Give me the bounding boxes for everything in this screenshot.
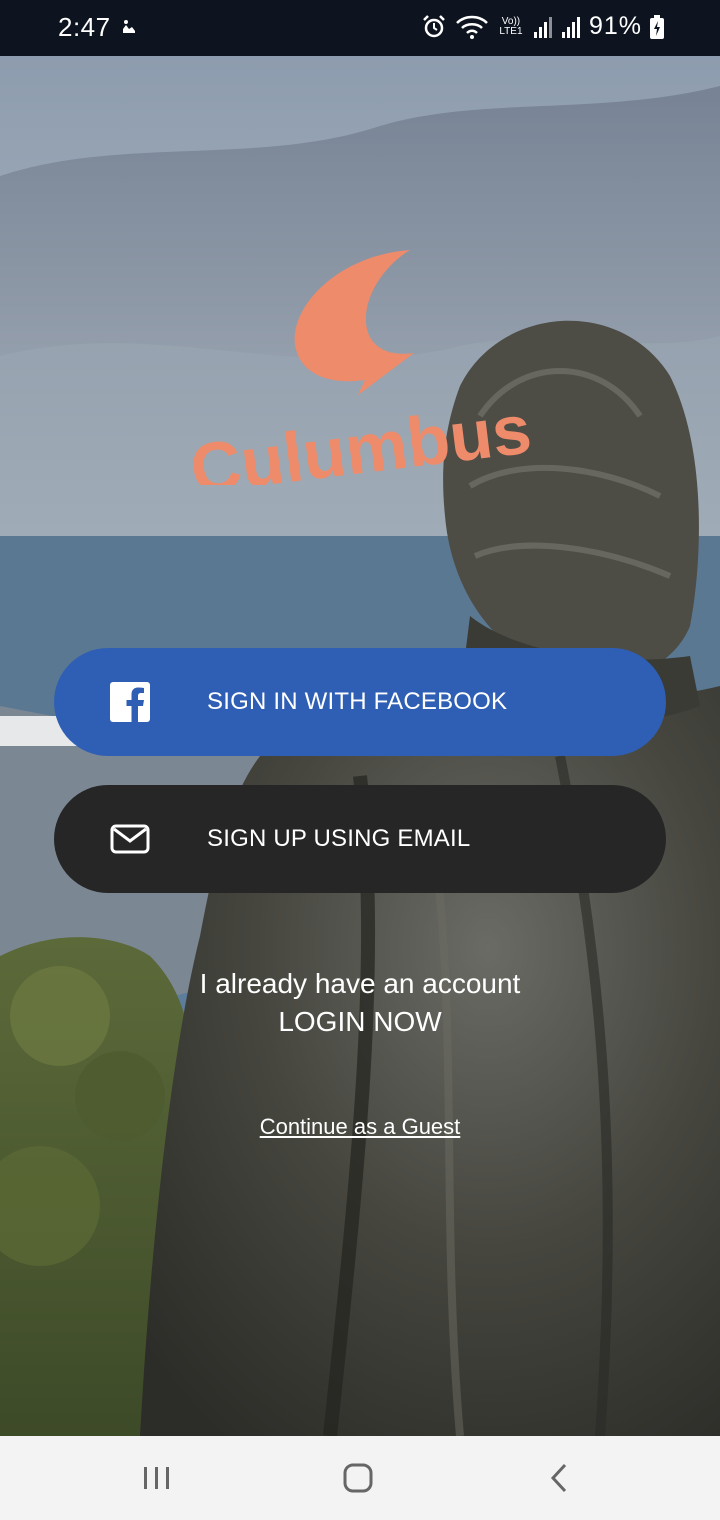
- status-icons: Vo)) LTE1 91%: [421, 12, 664, 41]
- email-signup-button[interactable]: SIGN UP USING EMAIL: [54, 785, 666, 893]
- logo-text: Culumbus: [186, 389, 535, 485]
- envelope-icon: [110, 824, 150, 854]
- continue-as-guest-link[interactable]: Continue as a Guest: [0, 1114, 720, 1140]
- home-icon[interactable]: [336, 1458, 380, 1498]
- sail-logo-icon: [294, 250, 414, 395]
- volte-lte-icon: Vo)) LTE1: [499, 15, 523, 37]
- alarm-icon: [423, 14, 445, 37]
- login-now-link[interactable]: LOGIN NOW: [0, 1004, 720, 1040]
- facebook-icon: [110, 682, 150, 722]
- battery-percent: 91%: [588, 12, 642, 40]
- signal-icon: [561, 16, 580, 38]
- app-logo: Culumbus: [170, 245, 550, 509]
- status-time: 2:47: [58, 12, 111, 42]
- status-bar: 2:47 Vo)) LTE1 91%: [0, 0, 720, 56]
- notification-icon: [123, 20, 135, 33]
- facebook-signin-label: SIGN IN WITH FACEBOOK: [207, 688, 508, 715]
- account-prompt: I already have an account: [199, 968, 521, 999]
- back-icon[interactable]: [538, 1458, 582, 1498]
- recent-apps-icon[interactable]: [135, 1458, 179, 1498]
- facebook-signin-button[interactable]: SIGN IN WITH FACEBOOK: [54, 648, 666, 756]
- navigation-bar: [0, 1436, 720, 1520]
- email-signup-label: SIGN UP USING EMAIL: [207, 825, 471, 852]
- signal-icon: [533, 16, 552, 38]
- wifi-icon: [456, 15, 488, 39]
- battery-charging-icon: [650, 14, 664, 39]
